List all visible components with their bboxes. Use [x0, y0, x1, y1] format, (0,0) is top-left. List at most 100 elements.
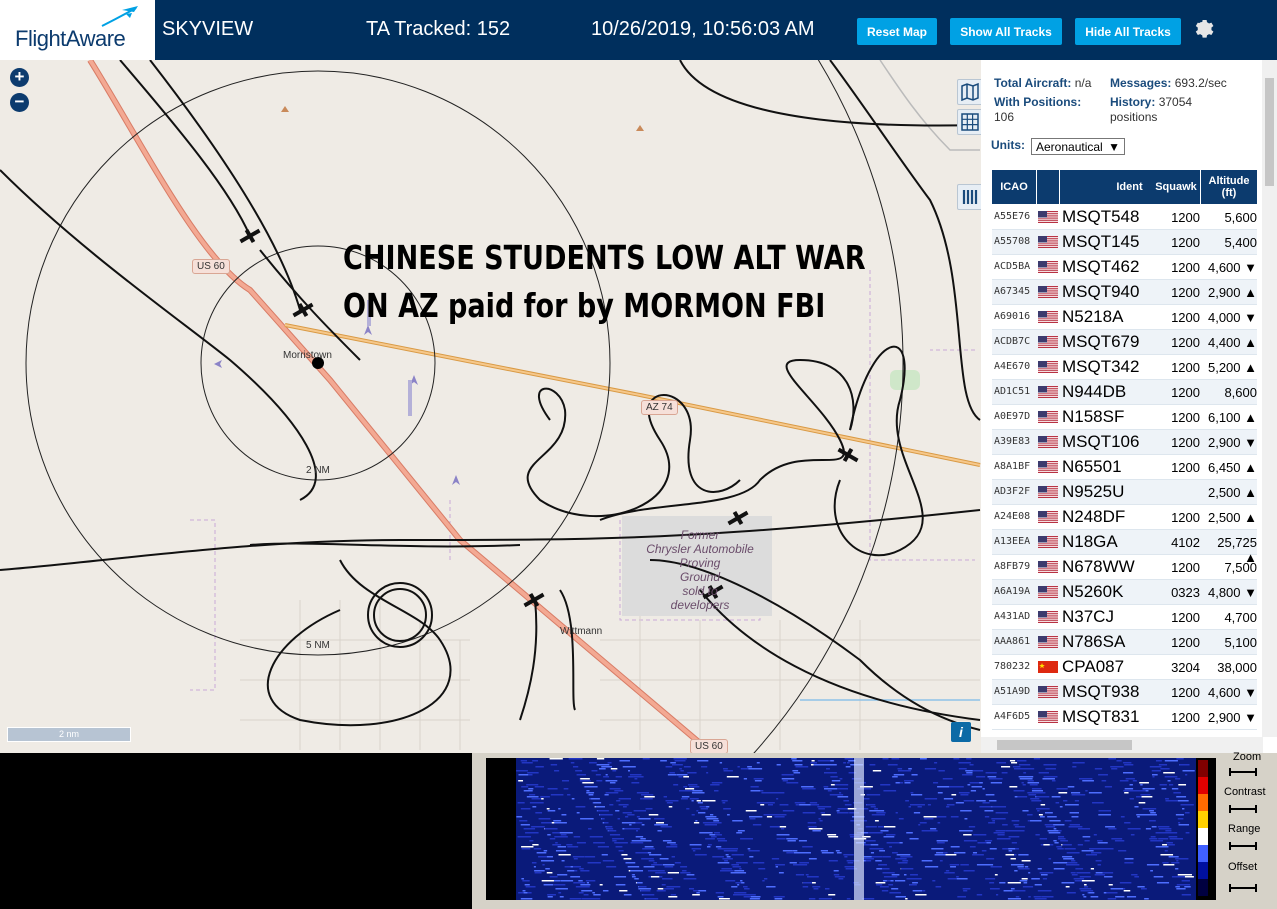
table-row[interactable]: AAA861 N786SA 1200 5,100: [992, 630, 1257, 655]
table-row[interactable]: A4F6D5 MSQT831 1200 2,900 ▼: [992, 705, 1257, 730]
icao-cell: 780232: [994, 661, 1031, 672]
altitude-cell: 4,700: [1224, 610, 1257, 625]
table-row[interactable]: AD1C51 N944DB 1200 8,600: [992, 380, 1257, 405]
us60-road-label-bottom: US 60: [690, 739, 728, 753]
col-icao[interactable]: ICAO: [992, 170, 1036, 204]
reset-map-button[interactable]: Reset Map: [857, 18, 937, 45]
icao-cell: A55E76: [994, 211, 1031, 222]
zoom-slider-icon[interactable]: [1228, 766, 1258, 778]
ident-cell: CPA087: [1062, 657, 1125, 676]
squawk-cell: 0323: [1171, 585, 1200, 600]
squawk-cell: 1200: [1171, 335, 1200, 350]
altitude-cell: 5,600: [1224, 210, 1257, 225]
table-row[interactable]: A67345 MSQT940 1200 2,900 ▲: [992, 280, 1257, 305]
current-datetime: 10/26/2019, 10:56:03 AM: [591, 18, 815, 40]
horizontal-scroll-thumb[interactable]: [997, 740, 1132, 750]
ident-cell: N65501: [1062, 457, 1122, 476]
ident-cell: N9525U: [1062, 482, 1125, 501]
map-scale-bar: 2 nm: [7, 727, 131, 742]
ident-cell: MSQT342: [1062, 357, 1140, 376]
column-toggle-button[interactable]: [957, 184, 981, 210]
col-altitude[interactable]: Altitude (ft): [1201, 170, 1257, 204]
vertical-scroll-thumb[interactable]: [1265, 78, 1274, 186]
ident-cell: MSQT145: [1062, 232, 1140, 251]
show-all-tracks-button[interactable]: Show All Tracks: [950, 18, 1062, 45]
table-row[interactable]: AD3F2F N9525U 2,500 ▲: [992, 480, 1257, 505]
table-row[interactable]: ACD5BA MSQT462 1200 4,600 ▼: [992, 255, 1257, 280]
table-row[interactable]: A69016 N5218A 1200 4,000 ▼: [992, 305, 1257, 330]
ident-cell: N5218A: [1062, 307, 1124, 326]
squawk-cell: 1200: [1171, 285, 1200, 300]
ident-cell: N678WW: [1062, 557, 1135, 576]
table-row[interactable]: ACDB7C MSQT679 1200 4,400 ▲: [992, 330, 1257, 355]
icao-cell: ACDB7C: [994, 336, 1031, 347]
units-select[interactable]: Aeronautical ▼: [1031, 138, 1125, 155]
squawk-cell: 3204: [1171, 660, 1200, 675]
panel-vertical-scrollbar[interactable]: [1262, 60, 1277, 737]
map-view[interactable]: + − CHINESE STUDENTS LOW ALT WAR ON AZ p…: [0, 60, 981, 753]
table-row[interactable]: A8FB79 N678WW 1200 7,500: [992, 555, 1257, 580]
us-flag-icon: [1038, 236, 1058, 248]
icao-cell: A0E97D: [994, 411, 1031, 422]
gear-icon[interactable]: [1192, 16, 1216, 40]
table-row[interactable]: A55E76 MSQT548 1200 5,600: [992, 205, 1257, 230]
columns-icon: [962, 190, 978, 204]
icao-cell: AAA861: [994, 636, 1031, 647]
us-flag-icon: [1038, 611, 1058, 623]
altitude-cell: 2,900 ▲: [1207, 285, 1257, 300]
squawk-cell: 1200: [1171, 410, 1200, 425]
zoom-out-button[interactable]: −: [10, 93, 29, 112]
us-flag-icon: [1038, 536, 1058, 548]
squawk-cell: 1200: [1171, 435, 1200, 450]
table-row[interactable]: A24E08 N248DF 1200 2,500 ▲: [992, 505, 1257, 530]
panel-horizontal-scrollbar[interactable]: [981, 737, 1263, 753]
table-row[interactable]: A13EEA N18GA 4102 25,725 ▲: [992, 530, 1257, 565]
table-row[interactable]: A0E97D N158SF 1200 6,100 ▲: [992, 405, 1257, 430]
altitude-cell: 6,450 ▲: [1207, 460, 1257, 475]
squawk-cell: 1200: [1171, 560, 1200, 575]
icao-cell: ACD5BA: [994, 261, 1031, 272]
altitude-cell: 38,000: [1217, 660, 1257, 675]
squawk-cell: 4102: [1171, 535, 1200, 550]
table-row[interactable]: A8A1BF N65501 1200 6,450 ▲: [992, 455, 1257, 480]
zoom-in-button[interactable]: +: [10, 68, 29, 87]
squawk-cell: 1200: [1171, 510, 1200, 525]
squawk-cell: 1200: [1171, 235, 1200, 250]
flightaware-logo[interactable]: FlightAware: [0, 0, 155, 60]
us-flag-icon: [1038, 636, 1058, 648]
ident-cell: N944DB: [1062, 382, 1127, 401]
col-flag[interactable]: [1037, 170, 1059, 204]
us-flag-icon: [1038, 511, 1058, 523]
col-squawk[interactable]: Squawk: [1152, 170, 1200, 204]
units-label: Units:: [991, 138, 1025, 152]
table-row[interactable]: A55708 MSQT145 1200 5,400: [992, 230, 1257, 255]
icao-cell: A13EEA: [994, 536, 1031, 547]
us-flag-icon: [1038, 686, 1058, 698]
icao-cell: A24E08: [994, 511, 1031, 522]
table-row[interactable]: A431AD N37CJ 1200 4,700: [992, 605, 1257, 630]
offset-slider-icon[interactable]: [1228, 882, 1258, 894]
headline-line-1: CHINESE STUDENTS LOW ALT WAR: [343, 238, 866, 277]
ident-cell: MSQT106: [1062, 432, 1140, 451]
top-header: FlightAware SKYVIEW TA Tracked: 152 10/2…: [0, 0, 1277, 60]
map-canvas: [0, 60, 981, 753]
icao-cell: A51A9D: [994, 686, 1031, 697]
table-row[interactable]: A4E670 MSQT342 1200 5,200 ▲: [992, 355, 1257, 380]
ident-cell: N158SF: [1062, 407, 1125, 426]
table-row[interactable]: 780232 CPA087 3204 38,000: [992, 655, 1257, 680]
table-row[interactable]: A51A9D MSQT938 1200 4,600 ▼: [992, 680, 1257, 705]
table-row[interactable]: A39E83 MSQT106 1200 2,900 ▼: [992, 430, 1257, 455]
icao-cell: A69016: [994, 311, 1031, 322]
contrast-slider-icon[interactable]: [1228, 803, 1258, 815]
hide-all-tracks-button[interactable]: Hide All Tracks: [1075, 18, 1181, 45]
az74-road-label: AZ 74: [641, 400, 678, 415]
map-layers-button[interactable]: [957, 79, 981, 105]
us-flag-icon: [1038, 436, 1058, 448]
with-positions-stat: With Positions: 106: [994, 95, 1082, 124]
app-name: SKYVIEW: [162, 18, 254, 40]
info-button[interactable]: i: [951, 722, 971, 742]
range-slider-icon[interactable]: [1228, 840, 1258, 852]
altitude-cell: 2,500 ▲: [1207, 485, 1257, 500]
table-row[interactable]: A6A19A N5260K 0323 4,800 ▼: [992, 580, 1257, 605]
map-grid-button[interactable]: [957, 109, 981, 135]
